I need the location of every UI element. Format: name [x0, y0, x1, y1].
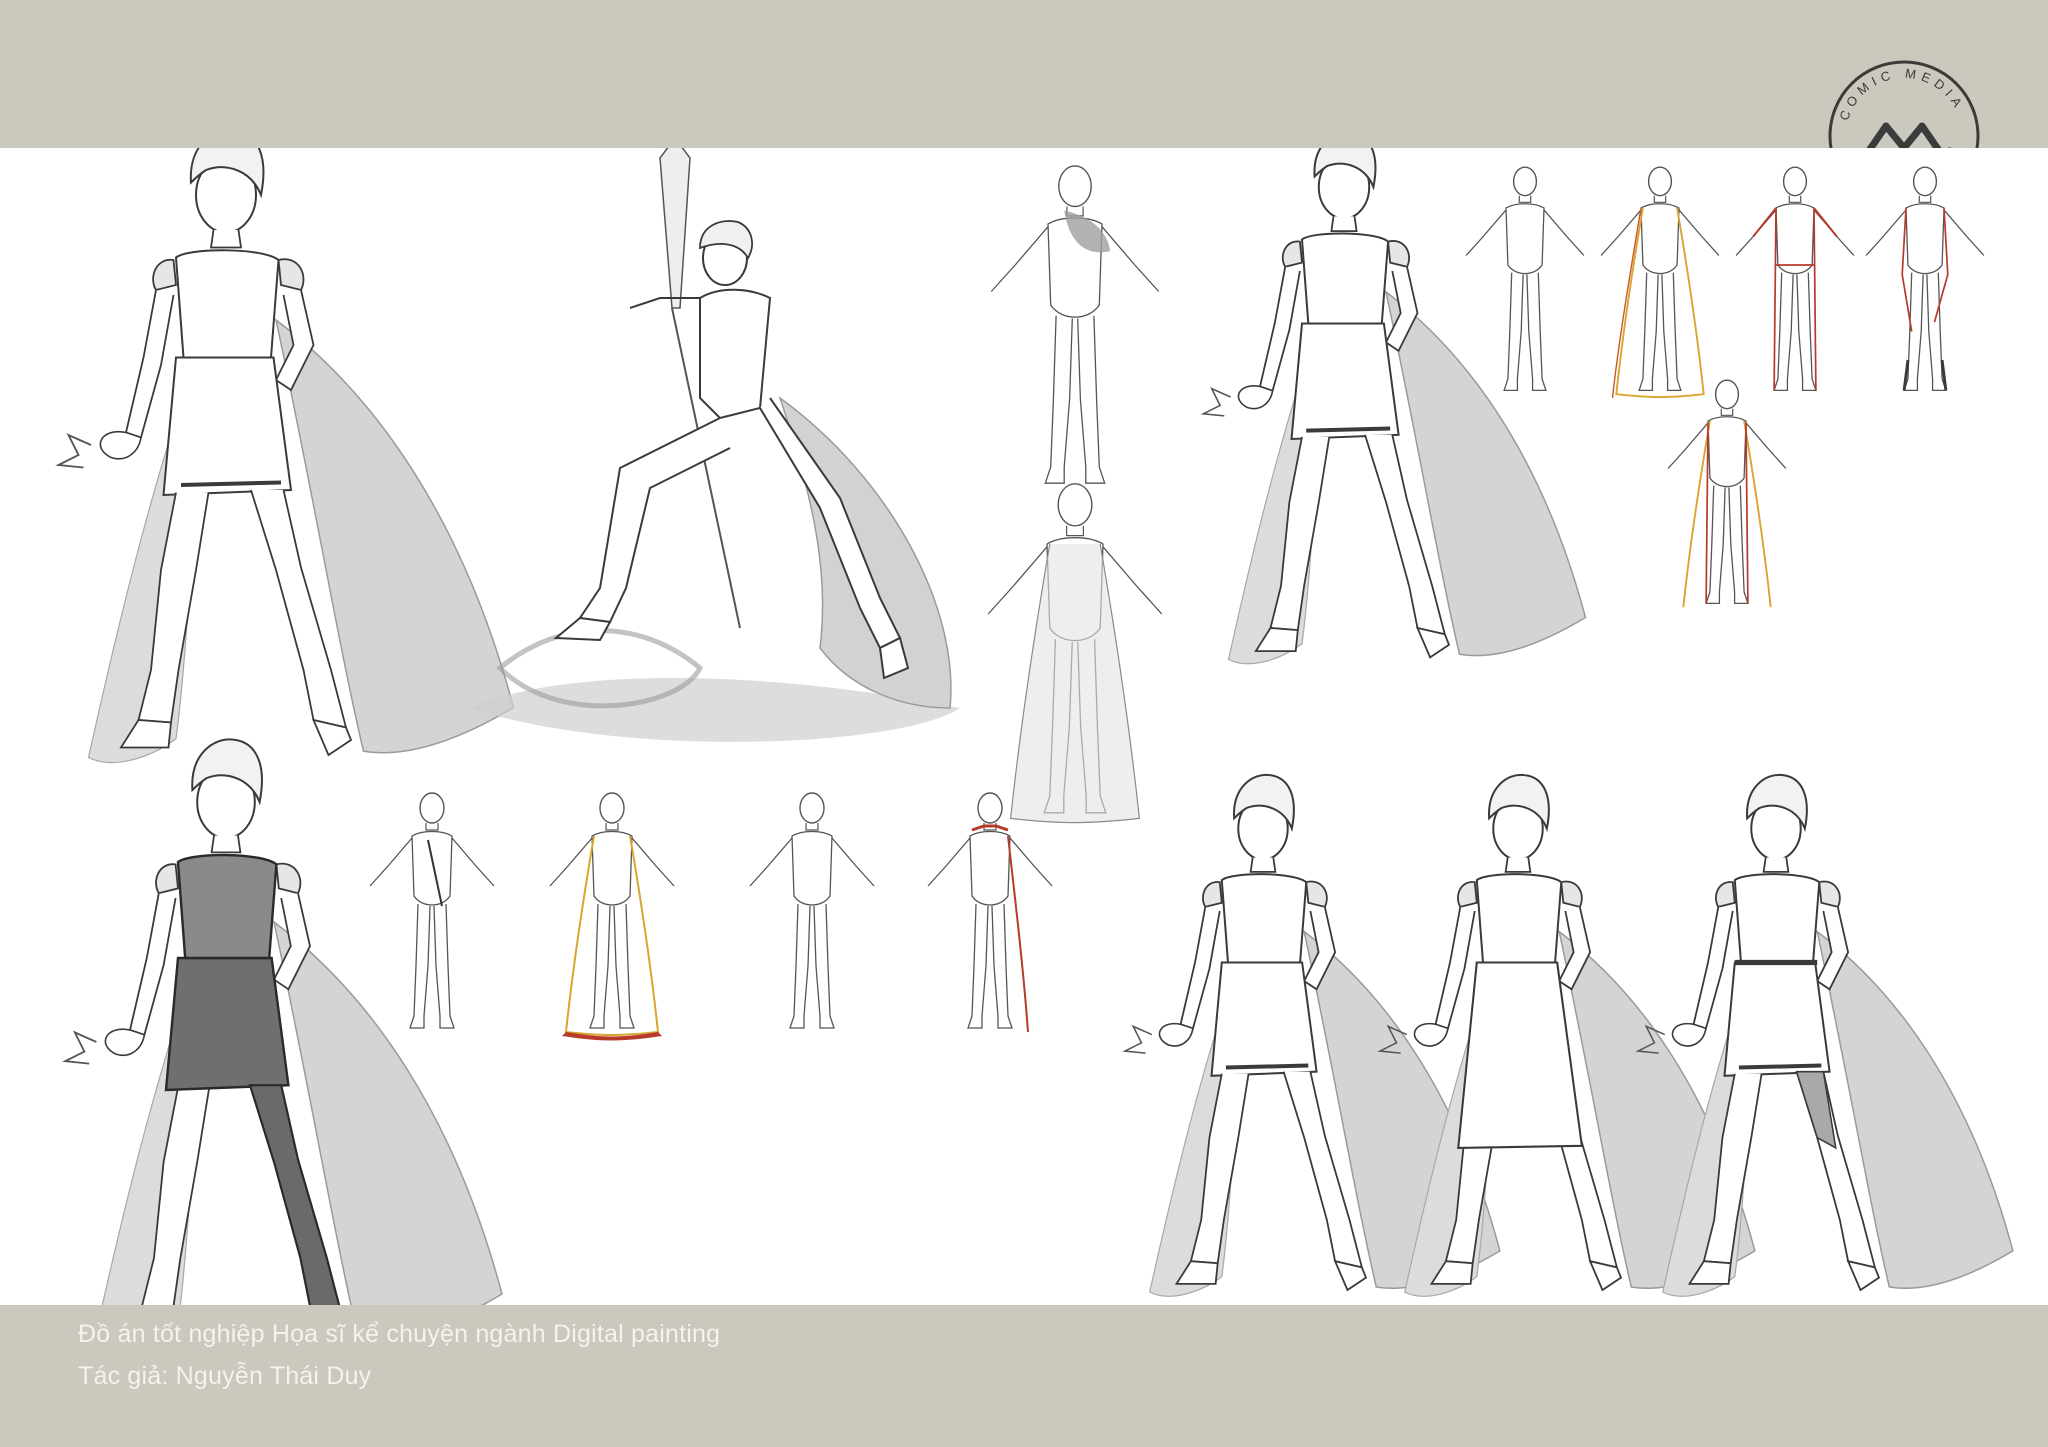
svg-text:COMIC MEDIA: COMIC MEDIA [1836, 66, 1967, 123]
sketch-back-view [990, 165, 1160, 485]
turnaround-full-color-lines [1667, 379, 1787, 608]
turnaround-front-cape-red [927, 792, 1053, 1033]
project-caption: Đồ án tốt nghiệp Họa sĩ kể chuyện ngành … [78, 1320, 721, 1348]
costume-variant-3 [1635, 775, 2013, 1296]
sketch-hero-front [55, 148, 514, 763]
sketch-armored-shaded [62, 739, 502, 1305]
sketch-sheet [0, 148, 2048, 1305]
top-band [0, 0, 2048, 148]
turnaround-dress-red [1735, 166, 1855, 392]
turnaround-armor-red [1865, 166, 1985, 392]
sketch-archer-pose [470, 148, 960, 742]
turnaround-back-detail [369, 792, 495, 1029]
turnaround-front-line [749, 792, 875, 1029]
turnaround-base [1465, 166, 1585, 392]
sketch-back-view-cape [988, 484, 1162, 823]
author-caption: Tác giả: Nguyễn Thái Duy [78, 1362, 372, 1390]
turnaround-back-cape-color [549, 792, 675, 1041]
turnaround-cape-yellow [1600, 166, 1720, 399]
